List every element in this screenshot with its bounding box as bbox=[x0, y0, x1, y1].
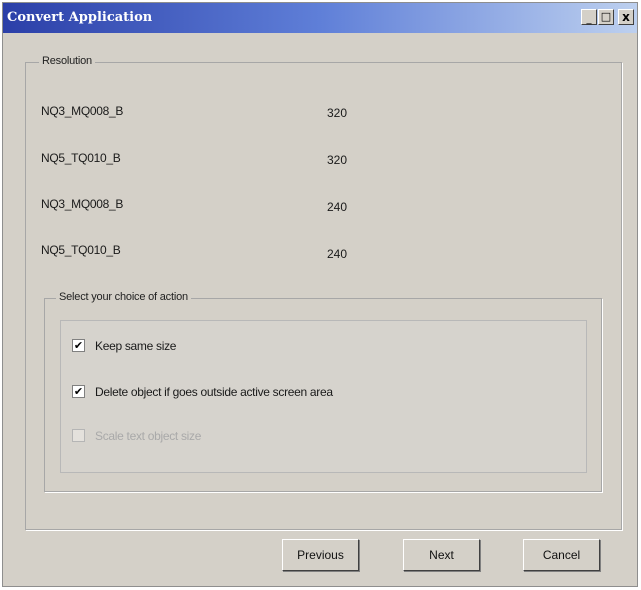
resolution-row-name: NQ3_MQ008_B bbox=[41, 197, 124, 211]
resolution-legend: Resolution bbox=[39, 55, 95, 67]
next-button[interactable]: Next bbox=[403, 539, 480, 571]
maximize-button[interactable]: □ bbox=[598, 9, 614, 25]
close-button[interactable]: x bbox=[618, 9, 634, 25]
checkmark-icon: ✔ bbox=[73, 385, 84, 398]
delete-object-checkbox[interactable]: ✔ bbox=[72, 385, 85, 398]
cancel-button[interactable]: Cancel bbox=[523, 539, 600, 571]
resolution-row-value: 240 bbox=[327, 200, 348, 214]
scale-text-object-checkbox bbox=[72, 429, 85, 442]
minimize-icon: _ bbox=[586, 14, 592, 25]
resolution-row-name: NQ5_TQ010_B bbox=[41, 243, 121, 257]
keep-same-size-checkbox[interactable]: ✔ bbox=[72, 339, 85, 352]
title-bar[interactable]: Convert Application _ □ x bbox=[3, 3, 637, 33]
resolution-row-value: 320 bbox=[327, 153, 348, 167]
resolution-row-name: NQ3_MQ008_B bbox=[41, 104, 124, 118]
close-icon: x bbox=[622, 10, 630, 24]
resolution-row-name: NQ5_TQ010_B bbox=[41, 151, 121, 165]
delete-object-label: Delete object if goes outside active scr… bbox=[95, 385, 333, 399]
resolution-row-value: 240 bbox=[327, 247, 348, 261]
window-title: Convert Application bbox=[7, 10, 153, 25]
action-legend: Select your choice of action bbox=[56, 291, 191, 303]
scale-text-object-label: Scale text object size bbox=[95, 429, 202, 443]
previous-button[interactable]: Previous bbox=[282, 539, 359, 571]
keep-same-size-label: Keep same size bbox=[95, 339, 177, 353]
resolution-row-value: 320 bbox=[327, 106, 348, 120]
maximize-icon: □ bbox=[600, 10, 612, 23]
minimize-button[interactable]: _ bbox=[581, 9, 597, 25]
checkmark-icon: ✔ bbox=[73, 339, 84, 352]
